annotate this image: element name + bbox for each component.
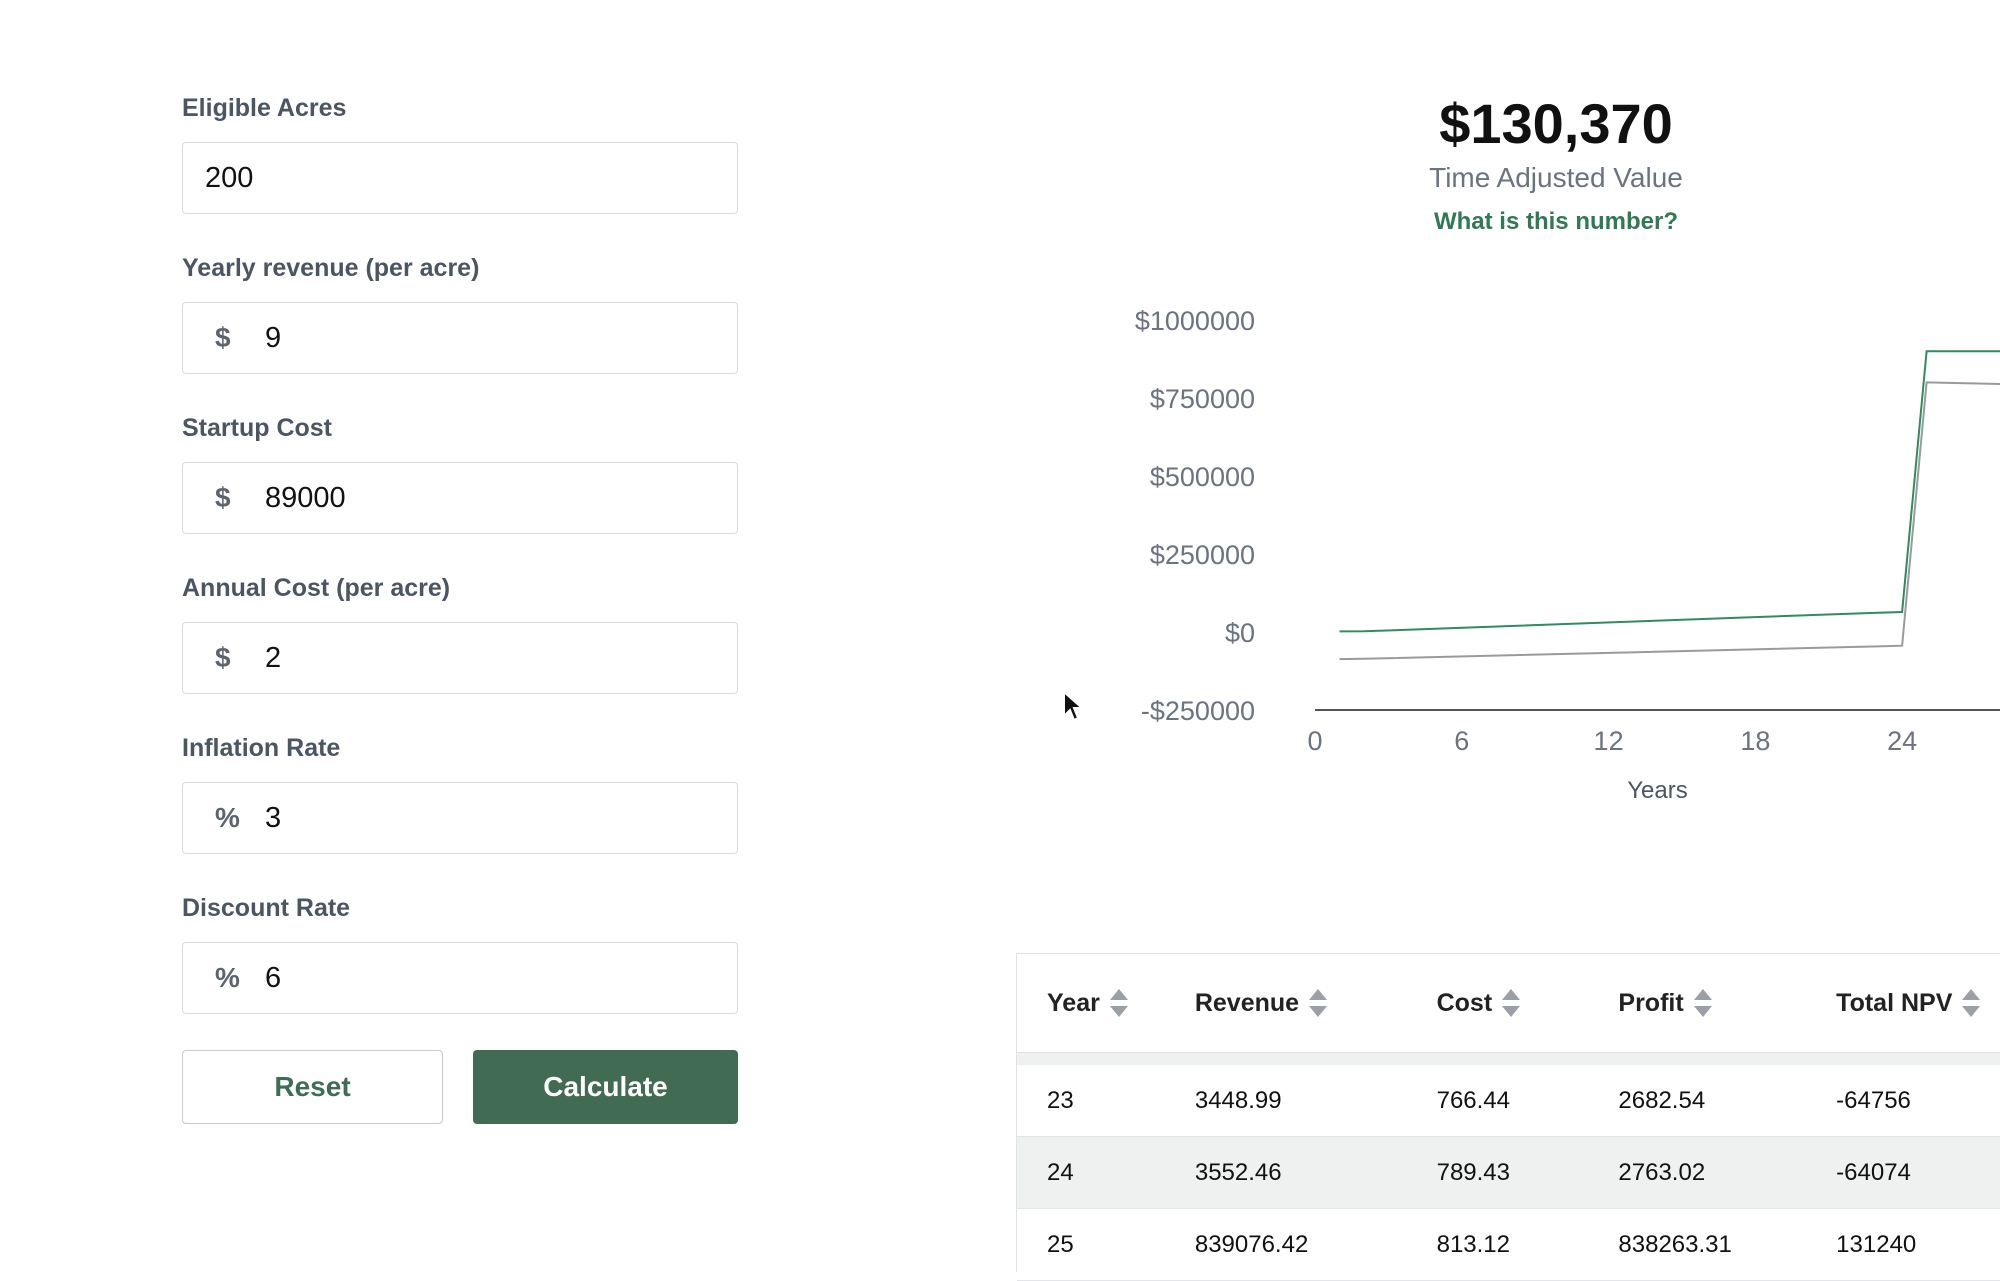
cell-total-npv: 131240 [1836, 1231, 2000, 1259]
table-row: 24 3552.46 789.43 2763.02 -64074 [1017, 1137, 2000, 1209]
sort-icon[interactable] [1962, 989, 1976, 1017]
series-line-1 [1340, 351, 2000, 631]
discount-rate-label: Discount Rate [182, 890, 738, 926]
y-tick-label: $250000 [1150, 540, 1255, 570]
cell-profit: 2682.54 [1618, 1087, 1836, 1115]
column-header-profit[interactable]: Profit [1618, 989, 1836, 1018]
startup-cost-value: 89000 [265, 482, 346, 515]
column-header-revenue[interactable]: Revenue [1195, 989, 1437, 1018]
startup-cost-input[interactable]: $ 89000 [182, 462, 738, 534]
column-header-label: Revenue [1195, 989, 1299, 1018]
cell-cost: 789.43 [1437, 1159, 1619, 1187]
eligible-acres-label: Eligible Acres [182, 90, 738, 126]
series-line-2 [1340, 382, 2000, 659]
discount-rate-value: 6 [265, 962, 281, 995]
inflation-rate-input[interactable]: % 3 [182, 782, 738, 854]
discount-rate-field: Discount Rate % 6 [182, 890, 738, 1014]
sort-icon[interactable] [1110, 989, 1124, 1017]
inflation-rate-value: 3 [265, 802, 281, 835]
y-tick-label: $500000 [1150, 462, 1255, 492]
column-header-label: Year [1047, 989, 1100, 1018]
what-is-this-number-link[interactable]: What is this number? [1356, 208, 1756, 236]
yearly-revenue-field: Yearly revenue (per acre) $ 9 [182, 250, 738, 374]
discount-rate-input[interactable]: % 6 [182, 942, 738, 1014]
cell-profit: 2763.02 [1618, 1159, 1836, 1187]
calculator-form: Eligible Acres 200 Yearly revenue (per a… [182, 90, 738, 1124]
mouse-pointer-icon [1062, 690, 1086, 724]
table-header: Year Revenue Cost Profit Total NPV [1017, 954, 2000, 1053]
dollar-prefix: $ [205, 642, 265, 674]
dollar-prefix: $ [205, 322, 265, 354]
x-tick-label: 24 [1887, 726, 1917, 756]
annual-cost-input[interactable]: $ 2 [182, 622, 738, 694]
cell-cost: 766.44 [1437, 1087, 1619, 1115]
annual-cost-value: 2 [265, 642, 281, 675]
results-table: Year Revenue Cost Profit Total NPV 23 34… [1016, 953, 2000, 1272]
startup-cost-field: Startup Cost $ 89000 [182, 410, 738, 534]
sort-icon[interactable] [1694, 989, 1708, 1017]
y-tick-label: $1000000 [1135, 306, 1255, 336]
cell-revenue: 3448.99 [1195, 1087, 1437, 1115]
yearly-revenue-value: 9 [265, 322, 281, 355]
sort-icon[interactable] [1502, 989, 1516, 1017]
x-tick-label: 18 [1740, 726, 1770, 756]
npv-line-chart: $1000000 $750000 $500000 $250000 $0 -$250000 0… [1040, 290, 2000, 850]
cell-year: 23 [1017, 1087, 1195, 1115]
column-header-year[interactable]: Year [1017, 989, 1195, 1018]
table-row: 25 839076.42 813.12 838263.31 131240 [1017, 1209, 2000, 1281]
column-header-label: Cost [1437, 989, 1493, 1018]
table-divider [1017, 1053, 2000, 1065]
eligible-acres-input[interactable]: 200 [182, 142, 738, 214]
x-tick-label: 6 [1454, 726, 1469, 756]
cell-cost: 813.12 [1437, 1231, 1619, 1259]
y-tick-label: -$250000 [1141, 696, 1255, 726]
time-adjusted-value: $130,370 [1356, 90, 1756, 158]
inflation-rate-label: Inflation Rate [182, 730, 738, 766]
column-header-cost[interactable]: Cost [1437, 989, 1619, 1018]
sort-icon[interactable] [1309, 989, 1323, 1017]
y-tick-label: $0 [1225, 618, 1255, 648]
reset-button[interactable]: Reset [182, 1050, 443, 1124]
column-header-label: Total NPV [1836, 989, 1952, 1018]
inflation-rate-field: Inflation Rate % 3 [182, 730, 738, 854]
x-tick-label: 12 [1594, 726, 1624, 756]
column-header-label: Profit [1618, 989, 1683, 1018]
yearly-revenue-label: Yearly revenue (per acre) [182, 250, 738, 286]
cell-revenue: 3552.46 [1195, 1159, 1437, 1187]
yearly-revenue-input[interactable]: $ 9 [182, 302, 738, 374]
startup-cost-label: Startup Cost [182, 410, 738, 446]
x-axis-title: Years [1627, 777, 1688, 804]
cell-year: 24 [1017, 1159, 1195, 1187]
time-adjusted-value-label: Time Adjusted Value [1356, 162, 1756, 194]
cell-profit: 838263.31 [1618, 1231, 1836, 1259]
cell-revenue: 839076.42 [1195, 1231, 1437, 1259]
cell-total-npv: -64756 [1836, 1087, 2000, 1115]
dollar-prefix: $ [205, 482, 265, 514]
y-tick-label: $750000 [1150, 384, 1255, 414]
form-buttons: Reset Calculate [182, 1050, 738, 1124]
eligible-acres-field: Eligible Acres 200 [182, 90, 738, 214]
column-header-total-npv[interactable]: Total NPV [1836, 989, 2000, 1018]
annual-cost-field: Annual Cost (per acre) $ 2 [182, 570, 738, 694]
cell-year: 25 [1017, 1231, 1195, 1259]
percent-prefix: % [205, 802, 265, 834]
table-row: 23 3448.99 766.44 2682.54 -64756 [1017, 1065, 2000, 1137]
x-tick-label: 0 [1307, 726, 1322, 756]
percent-prefix: % [205, 962, 265, 994]
result-summary: $130,370 Time Adjusted Value What is thi… [1356, 90, 1756, 236]
calculate-button[interactable]: Calculate [473, 1050, 738, 1124]
cell-total-npv: -64074 [1836, 1159, 2000, 1187]
eligible-acres-value: 200 [205, 162, 253, 195]
annual-cost-label: Annual Cost (per acre) [182, 570, 738, 606]
